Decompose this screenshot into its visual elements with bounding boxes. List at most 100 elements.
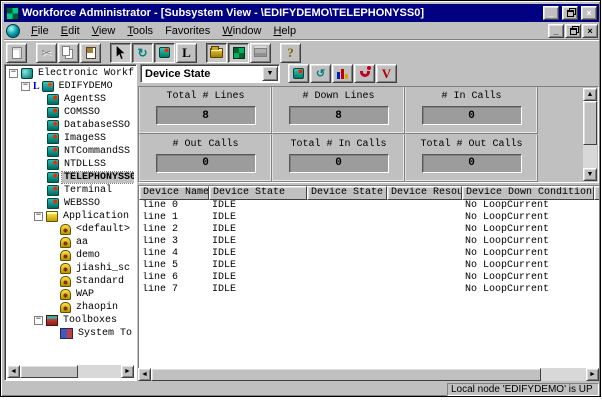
grid-view-button[interactable] (228, 43, 249, 63)
pointer-mode-button[interactable] (110, 43, 131, 63)
tree-item-default-app[interactable]: <default> (7, 223, 134, 236)
table-row[interactable]: line 4IDLENo LoopCurrent (139, 248, 599, 260)
status-bar: Local node 'EDIFYDEMO' is UP (4, 382, 599, 396)
close-button[interactable]: × (581, 6, 597, 20)
scrollbar-thumb[interactable] (151, 368, 541, 381)
table-row[interactable]: line 7IDLENo LoopCurrent (139, 284, 599, 296)
menu-bar: File Edit View Tools Favorites Window He… (4, 22, 599, 40)
tree-item-electronic-workforce[interactable]: Electronic Workfor (7, 67, 134, 80)
table-row[interactable]: line 2IDLENo LoopCurrent (139, 224, 599, 236)
scroll-up-button[interactable]: ▲ (583, 88, 597, 101)
stats-vertical-scrollbar[interactable]: ▲ ▼ (583, 88, 597, 181)
mdi-restore-button[interactable] (565, 24, 581, 38)
tree-item-websso[interactable]: WEBSSO (7, 197, 134, 210)
mdi-minimize-button[interactable]: _ (548, 24, 564, 38)
stat-value-display: 0 (289, 154, 389, 173)
tree-item-toolboxes[interactable]: Toolboxes (7, 314, 134, 327)
tree-horizontal-scrollbar[interactable]: ◄ ► (7, 365, 134, 378)
tree-item-standard[interactable]: Standard (7, 275, 134, 288)
scroll-down-button[interactable]: ▼ (583, 168, 597, 181)
column-header-device-name[interactable]: Device Name (139, 186, 209, 200)
stat-total-out-calls: Total # Out Calls 0 (405, 135, 538, 182)
globe-icon[interactable] (6, 24, 20, 38)
menu-favorites[interactable]: Favorites (159, 23, 216, 39)
column-header-extra[interactable] (594, 186, 599, 200)
help-button[interactable]: ? (280, 43, 301, 63)
expander-icon[interactable] (21, 82, 30, 91)
menu-tools[interactable]: Tools (121, 23, 159, 39)
main-area: Electronic Workfor L EDIFYDEMO AgentSS C… (4, 64, 599, 381)
column-header-device-state-a[interactable]: Device State A... (307, 186, 387, 200)
minimize-button[interactable]: _ (543, 6, 559, 20)
tree-item-terminal[interactable]: Terminal (7, 184, 134, 197)
expander-icon[interactable] (34, 316, 43, 325)
tree-item-comsso[interactable]: COMSSO (7, 106, 134, 119)
tree-item-ntcommandss[interactable]: NTCommandSS (7, 145, 134, 158)
tree-item-agentss[interactable]: AgentSS (7, 93, 134, 106)
application-icon (60, 237, 71, 248)
menu-window[interactable]: Window (216, 23, 267, 39)
title-bar: Workforce Administrator - [Subsystem Vie… (4, 4, 599, 22)
table-row[interactable]: line 1IDLENo LoopCurrent (139, 212, 599, 224)
stat-in-calls: # In Calls 0 (405, 87, 538, 134)
paste-button[interactable] (80, 43, 101, 63)
scroll-right-button[interactable]: ► (586, 368, 599, 381)
scroll-left-button[interactable]: ◄ (138, 368, 151, 381)
column-header-device-resource[interactable]: Device Resou... (387, 186, 462, 200)
cut-button[interactable]: ✂ (36, 43, 57, 63)
tree-item-databasesso[interactable]: DatabaseSSO (7, 119, 134, 132)
validate-button[interactable]: V (376, 64, 397, 83)
tree-item-edifydemo[interactable]: L EDIFYDEMO (7, 80, 134, 93)
menu-edit[interactable]: Edit (55, 23, 86, 39)
table-row[interactable]: line 0IDLENo LoopCurrent (139, 200, 599, 212)
stat-value-display: 0 (422, 106, 522, 125)
table-row[interactable]: line 6IDLENo LoopCurrent (139, 272, 599, 284)
view-select-combobox[interactable]: Device State ▼ (140, 64, 280, 83)
column-header-device-state[interactable]: Device State (209, 186, 307, 200)
refresh-view-button[interactable]: ↺ (310, 64, 331, 83)
combobox-dropdown-button[interactable]: ▼ (262, 66, 278, 81)
menu-help[interactable]: Help (267, 23, 302, 39)
toolbox-item-icon (60, 328, 73, 339)
scroll-left-button[interactable]: ◄ (7, 365, 20, 378)
statistics-pane: Total # Lines 8 # Down Lines 8 # In Call… (138, 86, 599, 183)
tree-item-system-toolbox[interactable]: System To (7, 327, 134, 340)
new-document-button[interactable] (6, 43, 27, 63)
tree-item-wap[interactable]: WAP (7, 288, 134, 301)
table-horizontal-scrollbar[interactable]: ◄ ► (138, 368, 599, 381)
workforce-monitor-button[interactable] (288, 64, 309, 83)
tree-item-zhaopin[interactable]: zhaopin (7, 301, 134, 314)
mdi-close-button[interactable]: × (582, 24, 598, 38)
folder-view-button[interactable] (206, 43, 227, 63)
subsystem-view-button[interactable] (154, 43, 175, 63)
menu-view[interactable]: View (86, 23, 122, 39)
scroll-right-button[interactable]: ► (121, 365, 134, 378)
expander-icon[interactable] (34, 212, 43, 221)
scrollbar-thumb[interactable] (20, 365, 78, 378)
tree-item-jiashi[interactable]: jiashi_sc (7, 262, 134, 275)
menu-file[interactable]: File (25, 23, 55, 39)
subsystem-robot-icon (159, 47, 170, 58)
tree-item-application[interactable]: Application (7, 210, 134, 223)
local-node-badge: L (33, 81, 40, 92)
device-table: Device Name Device State Device State A.… (138, 185, 599, 368)
print-button[interactable] (250, 43, 271, 63)
expander-icon[interactable] (9, 69, 18, 78)
new-document-icon (12, 47, 22, 59)
tree-item-demo[interactable]: demo (7, 249, 134, 262)
app-window: Workforce Administrator - [Subsystem Vie… (0, 0, 601, 397)
restore-button[interactable] (562, 6, 578, 20)
tree-item-ntdllss[interactable]: NTDLLSS (7, 158, 134, 171)
tree-item-telephonyss0[interactable]: TELEPHONYSS0 (7, 171, 134, 184)
chart-view-button[interactable] (332, 64, 353, 83)
scrollbar-thumb[interactable] (583, 101, 597, 145)
tree-item-aa[interactable]: aa (7, 236, 134, 249)
copy-button[interactable] (58, 43, 79, 63)
refresh-button[interactable]: ↻ (132, 43, 153, 63)
column-header-device-down-condition[interactable]: Device Down Condition (462, 186, 594, 200)
table-row[interactable]: line 3IDLENo LoopCurrent (139, 236, 599, 248)
table-row[interactable]: line 5IDLENo LoopCurrent (139, 260, 599, 272)
tree-item-imagess[interactable]: ImageSS (7, 132, 134, 145)
alert-view-button[interactable] (354, 64, 375, 83)
label-view-button[interactable]: L (176, 43, 197, 63)
